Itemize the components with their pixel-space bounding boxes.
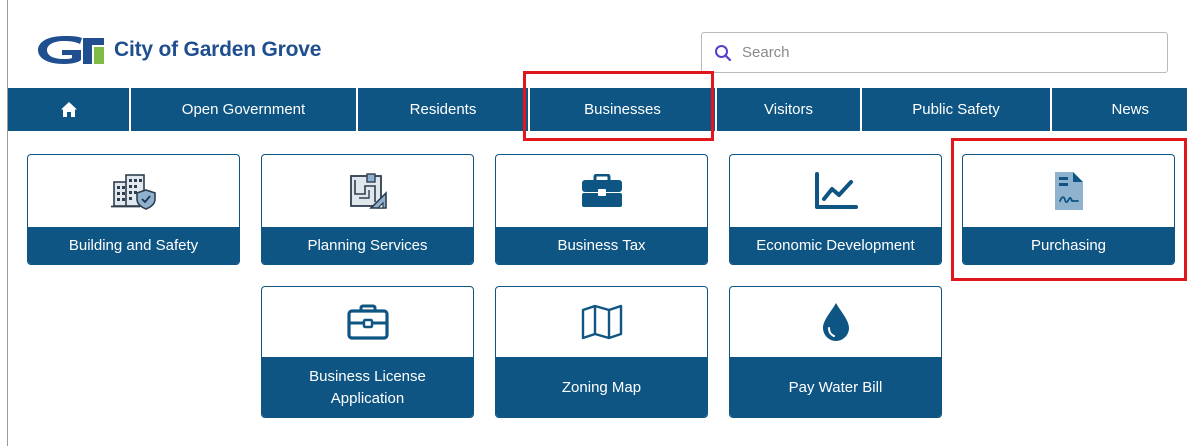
building-shield-icon bbox=[110, 174, 156, 210]
nav-visitors[interactable]: Visitors bbox=[717, 88, 862, 131]
tile-zoning-map[interactable]: Zoning Map bbox=[495, 286, 708, 418]
tile-purchasing[interactable]: Purchasing bbox=[962, 154, 1175, 265]
site-title: City of Garden Grove bbox=[114, 38, 322, 61]
signed-document-icon bbox=[1054, 172, 1083, 210]
tile-icon-area bbox=[28, 155, 239, 227]
briefcase-outline-icon bbox=[346, 304, 389, 340]
map-icon bbox=[581, 304, 622, 340]
tile-label: Planning Services bbox=[262, 227, 473, 264]
briefcase-icon bbox=[581, 174, 622, 207]
search-input[interactable] bbox=[742, 44, 1142, 61]
tile-label: Building and Safety bbox=[28, 227, 239, 264]
tile-icon-area bbox=[262, 287, 473, 357]
nav-home[interactable] bbox=[8, 88, 131, 131]
tile-label: Economic Development bbox=[730, 227, 941, 264]
tile-icon-area bbox=[262, 155, 473, 227]
search-box[interactable] bbox=[701, 32, 1168, 73]
search-icon[interactable] bbox=[714, 44, 732, 62]
garden-grove-logo-icon bbox=[38, 36, 104, 64]
tile-icon-area bbox=[963, 155, 1174, 227]
nav-news[interactable]: News bbox=[1052, 88, 1187, 131]
tile-label: Business Tax bbox=[496, 227, 707, 264]
tile-building-and-safety[interactable]: Building and Safety bbox=[27, 154, 240, 265]
tile-icon-area bbox=[730, 155, 941, 227]
site-logo[interactable]: City of Garden Grove bbox=[36, 33, 321, 67]
main-nav: Open Government Residents Businesses Vis… bbox=[8, 88, 1187, 131]
nav-open-government[interactable]: Open Government bbox=[131, 88, 358, 131]
tile-label: Business License Application bbox=[262, 357, 473, 417]
blueprint-icon bbox=[349, 173, 387, 209]
water-drop-icon bbox=[822, 303, 849, 341]
line-chart-icon bbox=[814, 172, 858, 209]
tile-icon-area bbox=[496, 155, 707, 227]
tile-business-tax[interactable]: Business Tax bbox=[495, 154, 708, 265]
tile-pay-water-bill[interactable]: Pay Water Bill bbox=[729, 286, 942, 418]
tile-planning-services[interactable]: Planning Services bbox=[261, 154, 474, 265]
tile-business-license-application[interactable]: Business License Application bbox=[261, 286, 474, 418]
nav-public-safety[interactable]: Public Safety bbox=[862, 88, 1052, 131]
nav-residents[interactable]: Residents bbox=[358, 88, 530, 131]
left-border bbox=[7, 0, 8, 446]
nav-businesses[interactable]: Businesses bbox=[530, 88, 717, 131]
tile-icon-area bbox=[496, 287, 707, 357]
tile-economic-development[interactable]: Economic Development bbox=[729, 154, 942, 265]
tile-label: Pay Water Bill bbox=[730, 357, 941, 417]
home-icon bbox=[60, 102, 77, 117]
tile-label: Purchasing bbox=[963, 227, 1174, 264]
tile-label: Zoning Map bbox=[496, 357, 707, 417]
tile-icon-area bbox=[730, 287, 941, 357]
